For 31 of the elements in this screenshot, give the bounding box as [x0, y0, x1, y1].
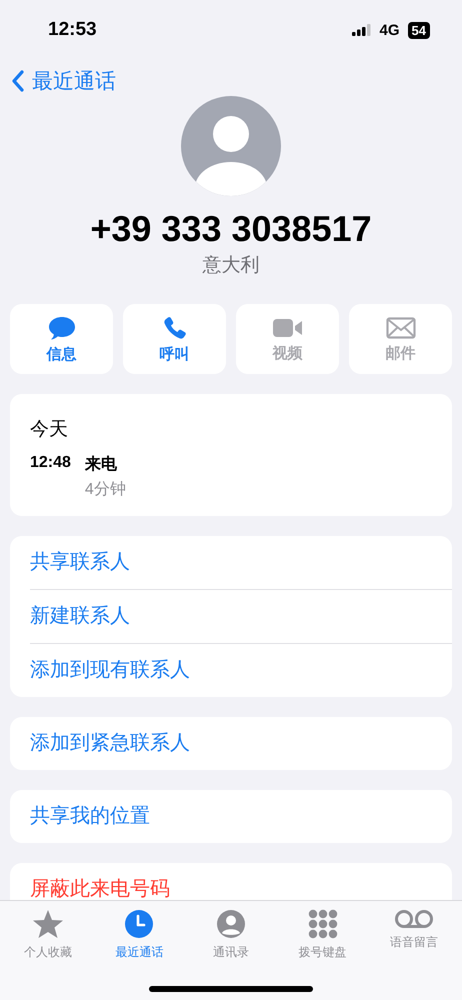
tab-item[interactable]: 个人收藏	[2, 901, 94, 965]
back-button[interactable]: 最近通话	[12, 67, 116, 95]
option-link[interactable]: 新建联系人	[30, 589, 452, 643]
option-link[interactable]: 共享联系人	[30, 536, 452, 589]
avatar-icon	[181, 96, 281, 196]
call-duration: 4分钟	[84, 480, 126, 500]
phone-icon	[162, 314, 188, 340]
tab-item[interactable]: 拨号键盘	[276, 901, 368, 965]
status-time: 12:53	[48, 19, 97, 41]
option-link[interactable]: 添加到现有联系人	[30, 643, 452, 697]
chevron-left-icon	[12, 70, 24, 92]
envelope-icon	[386, 316, 416, 340]
person-icon	[216, 909, 246, 939]
tab-item[interactable]: 最近通话	[94, 901, 186, 965]
signal-icon	[352, 24, 372, 36]
call-type: 来电	[84, 454, 118, 475]
tab-item[interactable]: 语音留言	[368, 901, 460, 965]
star-icon	[32, 909, 64, 939]
battery-indicator: 54	[408, 22, 430, 38]
call-button[interactable]: 呼叫	[123, 304, 226, 374]
country-label: 意大利	[202, 254, 260, 278]
clock-icon	[124, 909, 154, 939]
date-heading: 今天	[30, 418, 69, 442]
tab-item[interactable]: 通讯录	[185, 901, 277, 965]
call-time: 12:48	[30, 454, 71, 473]
phone-number: +39 333 3038517	[90, 208, 372, 250]
message-button[interactable]: 信息	[10, 304, 113, 374]
keypad-icon	[308, 909, 338, 939]
speech-bubble-icon	[48, 314, 76, 340]
voicemail-icon	[394, 909, 434, 929]
network-label: 4G	[380, 22, 400, 38]
